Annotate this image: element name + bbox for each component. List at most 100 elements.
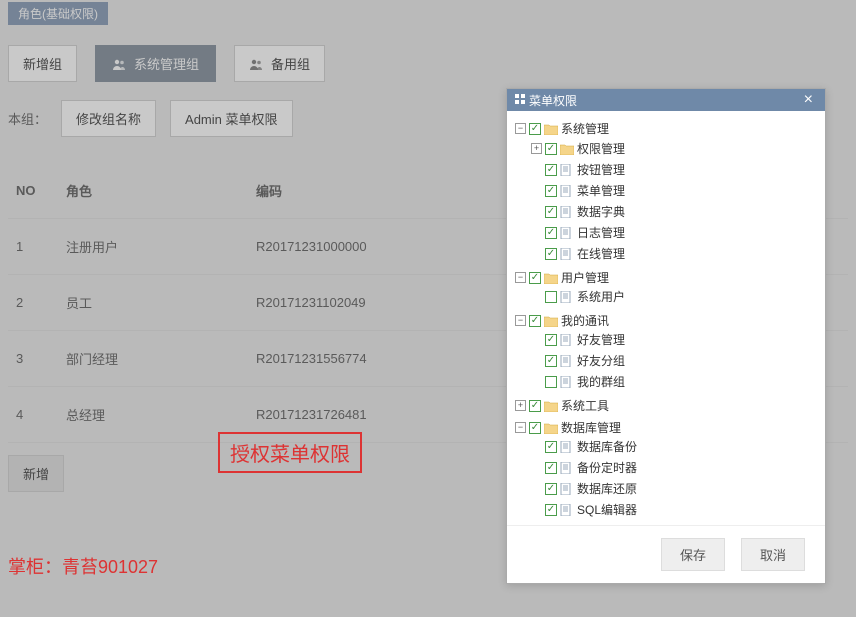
tree-node-label[interactable]: 权限管理 <box>577 140 625 157</box>
folder-icon <box>544 123 558 135</box>
tree-node-label[interactable]: 系统管理 <box>561 120 609 137</box>
tree-node: ✓ 好友分组 <box>531 350 821 371</box>
checkbox[interactable]: ✓ <box>545 504 557 516</box>
tree-node: ✓ 数据字典 <box>531 201 821 222</box>
folder-icon <box>544 272 558 284</box>
save-button[interactable]: 保存 <box>661 538 725 571</box>
expander-placeholder <box>531 462 542 473</box>
folder-icon <box>544 315 558 327</box>
folder-icon <box>544 400 558 412</box>
checkbox[interactable]: ✓ <box>545 248 557 260</box>
tree-node-label[interactable]: 备份定时器 <box>577 459 637 476</box>
checkbox[interactable]: ✓ <box>545 483 557 495</box>
file-icon <box>560 376 574 388</box>
file-icon <box>560 483 574 495</box>
file-icon <box>560 206 574 218</box>
menu-permission-dialog: 菜单权限 × −✓系统管理+✓权限管理✓按钮管理✓菜单管理✓数据字典✓日志管理✓… <box>506 88 826 584</box>
checkbox[interactable]: ✓ <box>529 422 541 434</box>
dialog-footer: 保存 取消 <box>507 525 825 583</box>
tree-node: ✓ 在线管理 <box>531 243 821 264</box>
expander-placeholder <box>531 206 542 217</box>
checkbox[interactable]: ✓ <box>529 123 541 135</box>
dialog-title: 菜单权限 <box>529 92 577 109</box>
tree-node: ✓ 好友管理 <box>531 329 821 350</box>
tree-node-label[interactable]: 数据库还原 <box>577 480 637 497</box>
file-icon <box>560 185 574 197</box>
tree-node-label[interactable]: 菜单管理 <box>577 182 625 199</box>
tree-node-label[interactable]: 系统用户 <box>577 288 625 305</box>
tree-node: ✓ 日志管理 <box>531 222 821 243</box>
tree-node: −✓用户管理✓系统用户 <box>515 266 821 309</box>
tree-node-label[interactable]: 我的群组 <box>577 373 625 390</box>
file-icon <box>560 504 574 516</box>
expander-placeholder <box>531 376 542 387</box>
expander-placeholder <box>531 227 542 238</box>
file-icon <box>560 227 574 239</box>
annotation-box: 授权菜单权限 <box>218 432 362 473</box>
tree-node: +✓ 系统工具 <box>515 394 821 416</box>
tree-node: −✓系统管理+✓权限管理✓按钮管理✓菜单管理✓数据字典✓日志管理✓在线管理 <box>515 117 821 266</box>
tree-node: −✓我的通讯✓好友管理✓好友分组✓我的群组 <box>515 309 821 394</box>
tree-node: ✓ 备份定时器 <box>531 457 821 478</box>
expand-icon[interactable]: + <box>515 400 526 411</box>
tree-node: ✓ 系统用户 <box>531 286 821 307</box>
tree-node-label[interactable]: 在线管理 <box>577 245 625 262</box>
file-icon <box>560 441 574 453</box>
tree-node-label[interactable]: 用户管理 <box>561 269 609 286</box>
checkbox[interactable]: ✓ <box>545 206 557 218</box>
tree-node-label[interactable]: 数据字典 <box>577 203 625 220</box>
tree-node-label[interactable]: 数据库管理 <box>561 419 621 436</box>
checkbox[interactable]: ✓ <box>545 441 557 453</box>
file-icon <box>560 164 574 176</box>
file-icon <box>560 291 574 303</box>
expander-placeholder <box>531 483 542 494</box>
cancel-button[interactable]: 取消 <box>741 538 805 571</box>
tree-node-label[interactable]: SQL编辑器 <box>577 501 637 518</box>
checkbox[interactable]: ✓ <box>529 272 541 284</box>
collapse-icon[interactable]: − <box>515 422 526 433</box>
folder-icon <box>560 143 574 155</box>
tree-node-label[interactable]: 好友管理 <box>577 331 625 348</box>
checkbox[interactable]: ✓ <box>545 355 557 367</box>
tree-node: ✓ 菜单管理 <box>531 180 821 201</box>
tree-node: −✓数据库管理✓数据库备份✓备份定时器✓数据库还原✓SQL编辑器 <box>515 416 821 522</box>
checkbox[interactable]: ✓ <box>545 334 557 346</box>
tree-node: +✓ 权限管理 <box>531 137 821 159</box>
tree-node: ✓ 我的群组 <box>531 371 821 392</box>
tree-node-label[interactable]: 好友分组 <box>577 352 625 369</box>
collapse-icon[interactable]: − <box>515 315 526 326</box>
expander-placeholder <box>531 291 542 302</box>
checkbox[interactable]: ✓ <box>545 185 557 197</box>
checkbox[interactable]: ✓ <box>545 291 557 303</box>
checkbox[interactable]: ✓ <box>545 376 557 388</box>
footer-note: 掌柜：青苔901027 <box>8 553 158 579</box>
tree-node-label[interactable]: 日志管理 <box>577 224 625 241</box>
checkbox[interactable]: ✓ <box>545 164 557 176</box>
close-icon[interactable]: × <box>800 91 817 109</box>
expand-icon[interactable]: + <box>531 143 542 154</box>
collapse-icon[interactable]: − <box>515 272 526 283</box>
tree-node-label[interactable]: 按钮管理 <box>577 161 625 178</box>
tree-node-label[interactable]: 数据库备份 <box>577 438 637 455</box>
checkbox[interactable]: ✓ <box>545 462 557 474</box>
collapse-icon[interactable]: − <box>515 123 526 134</box>
dialog-header: 菜单权限 × <box>507 89 825 111</box>
expander-placeholder <box>531 334 542 345</box>
expander-placeholder <box>531 164 542 175</box>
expander-placeholder <box>531 185 542 196</box>
dialog-body[interactable]: −✓系统管理+✓权限管理✓按钮管理✓菜单管理✓数据字典✓日志管理✓在线管理−✓用… <box>507 111 825 525</box>
tree-node: ✓ 按钮管理 <box>531 159 821 180</box>
tree-node-label[interactable]: 我的通讯 <box>561 312 609 329</box>
checkbox[interactable]: ✓ <box>529 315 541 327</box>
checkbox[interactable]: ✓ <box>529 400 541 412</box>
checkbox[interactable]: ✓ <box>545 143 557 155</box>
file-icon <box>560 334 574 346</box>
folder-icon <box>544 422 558 434</box>
expander-placeholder <box>531 248 542 259</box>
expander-placeholder <box>531 504 542 515</box>
tree-node-label[interactable]: 系统工具 <box>561 397 609 414</box>
tree-node: ✓ 数据库还原 <box>531 478 821 499</box>
checkbox[interactable]: ✓ <box>545 227 557 239</box>
file-icon <box>560 248 574 260</box>
file-icon <box>560 355 574 367</box>
